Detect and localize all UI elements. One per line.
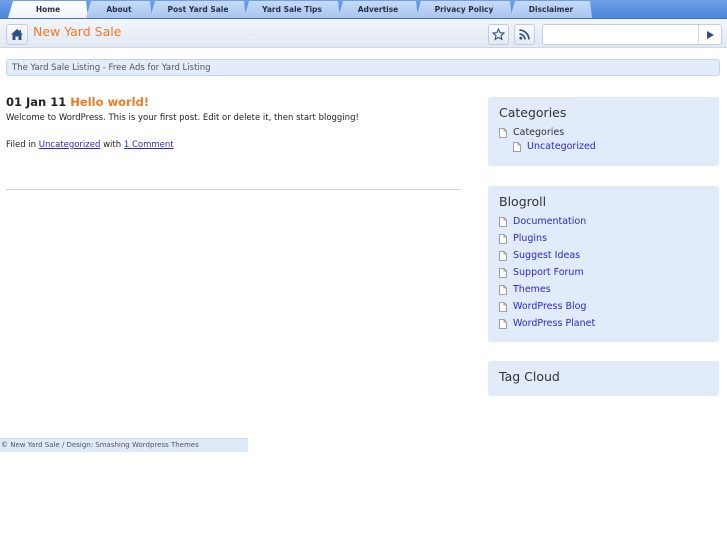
comments-link[interactable]: 1 Comment bbox=[124, 140, 174, 150]
blogroll-link[interactable]: WordPress Blog bbox=[499, 301, 586, 312]
site-header: New Yard Sale bbox=[0, 19, 727, 48]
category-parent: Categories bbox=[499, 127, 564, 138]
widget-title: Blogroll bbox=[499, 194, 547, 209]
widget-title: Tag Cloud bbox=[499, 369, 560, 384]
rss-button[interactable] bbox=[514, 24, 535, 45]
document-icon bbox=[499, 301, 507, 312]
play-arrow-icon bbox=[706, 30, 714, 39]
home-icon bbox=[11, 29, 23, 40]
post-divider bbox=[6, 189, 461, 190]
post-header: 01 Jan 11 Hello world! bbox=[6, 95, 149, 109]
document-icon bbox=[513, 141, 521, 152]
post-meta: Filed in Uncategorized with 1 Comment bbox=[6, 140, 174, 150]
search-box bbox=[542, 24, 722, 45]
document-icon bbox=[499, 233, 507, 244]
document-icon bbox=[499, 284, 507, 295]
tab-about[interactable]: About bbox=[86, 1, 152, 18]
post-date: 01 Jan 11 bbox=[6, 95, 67, 109]
site-title[interactable]: New Yard Sale bbox=[33, 24, 121, 39]
document-icon bbox=[499, 127, 507, 138]
blogroll-link[interactable]: Support Forum bbox=[499, 267, 584, 278]
post-body: Welcome to WordPress. This is your first… bbox=[6, 113, 359, 123]
post-title[interactable]: Hello world! bbox=[70, 95, 149, 109]
blogroll-link[interactable]: Themes bbox=[499, 284, 551, 295]
widget-title: Categories bbox=[499, 105, 567, 120]
tagcloud-widget: Tag Cloud bbox=[488, 361, 719, 396]
footer-credits: © New Yard Sale / Design: Smashing Wordp… bbox=[0, 438, 248, 452]
search-submit-button[interactable] bbox=[698, 25, 721, 44]
tab-advertise[interactable]: Advertise bbox=[338, 1, 418, 18]
home-button[interactable] bbox=[6, 24, 28, 45]
tab-privacy-policy[interactable]: Privacy Policy bbox=[416, 1, 512, 18]
document-icon bbox=[499, 216, 507, 227]
search-input[interactable] bbox=[543, 25, 701, 44]
category-item[interactable]: Uncategorized bbox=[513, 141, 596, 152]
document-icon bbox=[499, 267, 507, 278]
document-icon bbox=[499, 250, 507, 261]
category-link[interactable]: Uncategorized bbox=[39, 140, 101, 150]
blogroll-link[interactable]: Documentation bbox=[499, 216, 586, 227]
main-navigation: Home About Post Yard Sale Yard Sale Tips… bbox=[0, 0, 727, 19]
blogroll-widget: Blogroll Documentation Plugins Suggest I… bbox=[488, 186, 719, 342]
rss-icon bbox=[519, 29, 530, 40]
blogroll-link[interactable]: Plugins bbox=[499, 233, 547, 244]
blogroll-link[interactable]: WordPress Planet bbox=[499, 318, 595, 329]
document-icon bbox=[499, 318, 507, 329]
site-description: The Yard Sale Listing - Free Ads for Yar… bbox=[6, 59, 720, 76]
tab-yard-sale-tips[interactable]: Yard Sale Tips bbox=[244, 1, 340, 18]
tab-post-yard-sale[interactable]: Post Yard Sale bbox=[150, 1, 246, 18]
tab-home[interactable]: Home bbox=[8, 1, 88, 18]
bookmark-button[interactable] bbox=[488, 24, 509, 45]
blogroll-link[interactable]: Suggest Ideas bbox=[499, 250, 580, 261]
categories-widget: Categories Categories Uncategorized bbox=[488, 97, 719, 166]
tab-disclaimer[interactable]: Disclaimer bbox=[510, 1, 592, 18]
star-icon bbox=[492, 28, 505, 41]
